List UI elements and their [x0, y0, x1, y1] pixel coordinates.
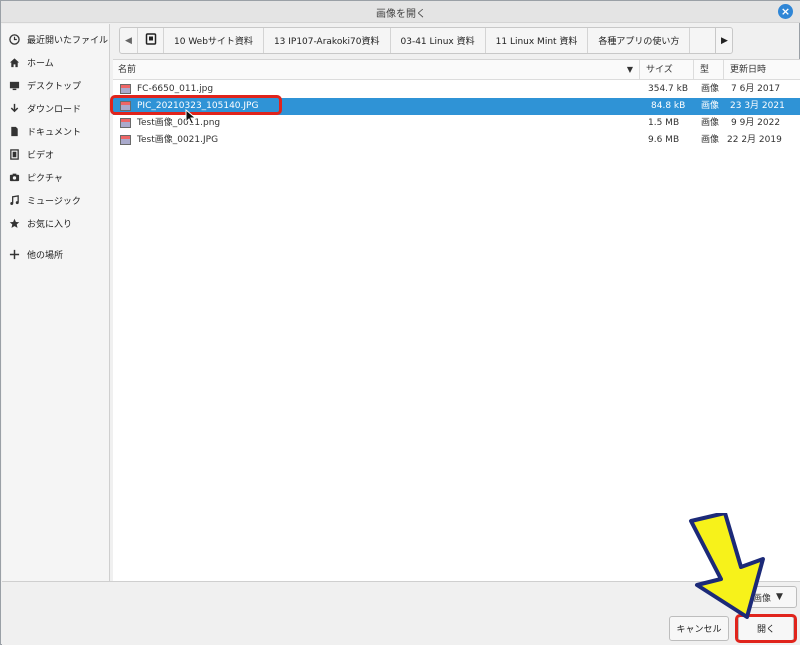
sidebar-item-label: ビデオ — [27, 150, 55, 161]
title-bar: 画像を開く × — [1, 1, 800, 23]
path-root-button[interactable] — [138, 28, 164, 53]
file-size: 354.7 kB — [648, 84, 689, 94]
file-open-dialog: 画像を開く × 最近開いたファイル ホーム デスクトップ ダウンロード ドキュメ… — [0, 0, 800, 645]
file-modified: 22 2月 2019 — [727, 135, 782, 145]
image-file-icon — [120, 118, 131, 128]
path-scroll-left-button[interactable]: ◀ — [120, 28, 138, 53]
column-header-name[interactable]: 名前 ▼ — [113, 60, 639, 80]
document-icon — [8, 125, 21, 138]
sidebar-item-recent[interactable]: 最近開いたファイル — [2, 29, 110, 49]
path-bar: ◀ 10 Webサイト資料 13 IP107-Arakoki70資料 03-41… — [119, 27, 733, 54]
dialog-title: 画像を開く — [376, 9, 426, 20]
path-segment[interactable]: 10 Webサイト資料 — [164, 28, 264, 53]
sidebar-item-home[interactable]: ホーム — [2, 52, 110, 72]
path-segment[interactable]: 各種アプリの使い方 — [588, 28, 691, 53]
file-row[interactable]: Test画像_0011.png 1.5 MB 画像 9 9月 2022 — [113, 115, 800, 132]
file-type: 画像 — [701, 101, 720, 111]
home-icon — [8, 56, 21, 69]
column-header-size[interactable]: サイズ — [639, 60, 693, 80]
video-icon — [8, 148, 21, 161]
file-row[interactable]: Test画像_0021.JPG 9.6 MB 画像 22 2月 2019 — [113, 132, 800, 149]
file-type: 画像 — [701, 118, 720, 128]
file-name: Test画像_0021.JPG — [137, 135, 219, 145]
file-modified: 23 3月 2021 — [730, 101, 785, 111]
desktop-icon — [8, 79, 21, 92]
path-scroll-right-button[interactable]: ▶ — [715, 27, 733, 54]
sidebar-item-label: 最近開いたファイル — [27, 35, 109, 46]
sidebar-item-label: ホーム — [27, 58, 54, 69]
plus-icon — [8, 248, 21, 261]
camera-icon — [8, 171, 21, 184]
sidebar-item-label: お気に入り — [27, 219, 73, 230]
column-header-modified[interactable]: 更新日時 — [723, 60, 800, 80]
file-list: 名前 ▼ サイズ 型 更新日時 FC-6650_011.jpg 354.7 kB… — [113, 59, 800, 581]
sidebar-item-videos[interactable]: ビデオ — [2, 144, 110, 164]
sidebar-item-pictures[interactable]: ピクチャ — [2, 167, 110, 187]
sidebar-item-favorites[interactable]: お気に入り — [2, 213, 110, 233]
sidebar-item-label: ドキュメント — [27, 127, 82, 138]
annotation-arrow-icon — [689, 513, 765, 619]
sidebar-item-label: 他の場所 — [27, 250, 64, 261]
sidebar-item-label: デスクトップ — [27, 81, 82, 92]
image-file-icon — [120, 135, 131, 145]
download-icon — [8, 102, 21, 115]
clock-icon — [8, 33, 21, 46]
sidebar-item-other-locations[interactable]: 他の場所 — [2, 244, 110, 264]
sidebar-item-desktop[interactable]: デスクトップ — [2, 75, 110, 95]
sidebar-item-label: ピクチャ — [27, 173, 63, 184]
places-sidebar: 最近開いたファイル ホーム デスクトップ ダウンロード ドキュメント ビデオ ピ… — [2, 24, 110, 581]
sidebar-item-label: ミュージック — [27, 196, 81, 207]
mouse-cursor-icon — [185, 109, 197, 125]
path-segment[interactable]: 03-41 Linux 資料 — [391, 28, 486, 53]
drive-icon — [145, 33, 157, 48]
path-segment[interactable]: 13 IP107-Arakoki70資料 — [264, 28, 391, 53]
file-modified: 7 6月 2017 — [731, 84, 781, 94]
sort-descending-icon: ▼ — [626, 65, 633, 74]
file-list-header: 名前 ▼ サイズ 型 更新日時 — [113, 60, 800, 80]
file-name: Test画像_0011.png — [137, 118, 221, 128]
sidebar-item-music[interactable]: ミュージック — [2, 190, 110, 210]
sidebar-item-label: ダウンロード — [27, 104, 82, 115]
file-modified: 9 9月 2022 — [731, 118, 781, 128]
star-icon — [8, 217, 21, 230]
file-size: 1.5 MB — [648, 118, 680, 128]
file-type: 画像 — [701, 135, 720, 145]
file-size: 9.6 MB — [648, 135, 680, 145]
column-header-type[interactable]: 型 — [693, 60, 723, 80]
music-icon — [8, 194, 21, 207]
image-file-icon — [120, 84, 131, 94]
sidebar-item-documents[interactable]: ドキュメント — [2, 121, 110, 141]
column-label: 名前 — [118, 65, 137, 75]
sidebar-item-downloads[interactable]: ダウンロード — [2, 98, 110, 118]
path-segment[interactable]: 11 Linux Mint 資料 — [486, 28, 589, 53]
close-button[interactable]: × — [778, 4, 793, 19]
file-size: 84.8 kB — [651, 101, 686, 111]
file-type: 画像 — [701, 84, 720, 94]
